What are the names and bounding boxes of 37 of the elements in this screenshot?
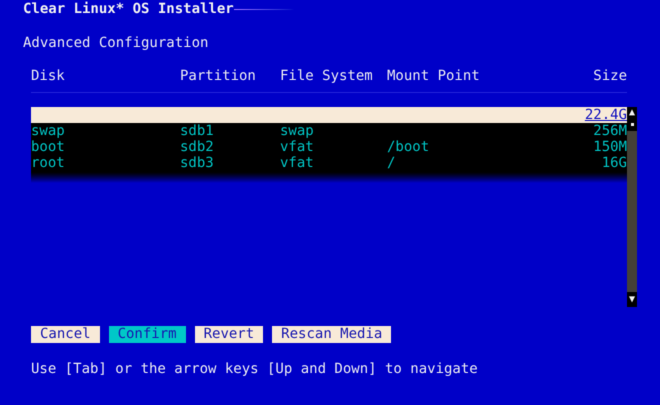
scroll-thumb[interactable] — [627, 131, 637, 292]
scroll-position-icon — [630, 123, 634, 126]
table-row[interactable]: swap sdb1 swap 256M — [31, 123, 627, 139]
column-header: File System — [280, 68, 373, 84]
table-row[interactable]: root sdb3 vfat / 16G — [31, 155, 627, 171]
table-cell: swap — [280, 123, 314, 139]
action-button[interactable]: Confirm — [108, 326, 186, 343]
scroll-down-arrow[interactable]: ▼ — [628, 294, 636, 306]
table-cell: vfat — [280, 155, 314, 171]
action-button[interactable]: Rescan Media — [272, 326, 392, 343]
table-cell: boot — [31, 139, 65, 155]
table-cell: 16G — [602, 155, 627, 171]
column-header: Partition — [180, 68, 256, 84]
title-line — [234, 9, 294, 10]
table-cell: 150M — [593, 139, 627, 155]
window-title: Clear Linux* OS Installer — [23, 1, 234, 18]
column-header: Size — [593, 68, 627, 84]
table-cell: sdb3 — [180, 155, 214, 171]
action-button[interactable]: Cancel — [31, 326, 100, 343]
table-cell: 22.4G — [584, 107, 627, 123]
table-cell: 256M — [593, 123, 627, 139]
table-cell: /boot — [387, 139, 430, 155]
column-header: Mount Point — [387, 68, 480, 84]
screen-heading: Advanced Configuration — [23, 35, 208, 52]
scroll-up-arrow[interactable]: ▲ — [628, 107, 636, 119]
table-cell: swap — [31, 123, 65, 139]
table-cell: sdb1 — [180, 123, 214, 139]
table-row[interactable]: boot sdb2 vfat /boot 150M — [31, 139, 627, 155]
column-header: Disk — [31, 68, 65, 84]
action-button[interactable]: Revert — [194, 326, 264, 343]
table-cell: sdb2 — [180, 139, 214, 155]
scrollbar[interactable]: ▲ ▼ — [627, 107, 637, 307]
table-row[interactable]: 22.4G — [31, 107, 627, 123]
table-cell: / — [387, 155, 396, 171]
table-cell: root — [31, 155, 65, 171]
table-cell: vfat — [280, 139, 314, 155]
help-text: Use [Tab] or the arrow keys [Up and Down] to navigate — [31, 361, 478, 378]
